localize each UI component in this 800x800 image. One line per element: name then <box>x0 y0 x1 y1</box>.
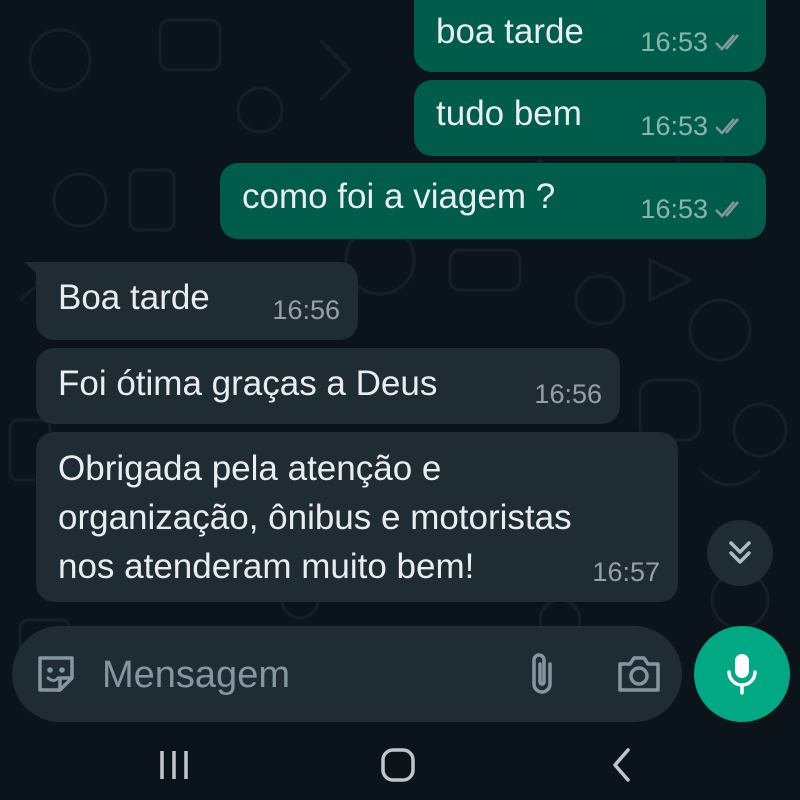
message-text: Boa tarde <box>58 278 210 317</box>
double-check-icon <box>715 34 739 51</box>
message-outgoing[interactable]: tudo bem 16:53 <box>414 80 766 156</box>
home-icon <box>381 748 415 782</box>
system-navigation-bar <box>0 730 800 800</box>
message-text: Obrigada pela atenção e organização, ôni… <box>58 449 572 586</box>
message-time: 16:53 <box>640 111 708 141</box>
message-outgoing[interactable]: como foi a viagem ? 16:53 <box>220 163 766 239</box>
double-chevron-down-icon <box>729 541 751 564</box>
microphone-icon <box>727 654 757 695</box>
message-meta: 16:56 <box>534 370 602 418</box>
message-text: boa tarde <box>436 12 584 51</box>
message-incoming[interactable]: Obrigada pela atenção e organização, ôni… <box>36 432 678 602</box>
scroll-to-bottom-button[interactable] <box>707 520 773 586</box>
voice-message-button[interactable] <box>694 626 790 722</box>
message-input[interactable] <box>100 646 504 704</box>
recent-apps-icon <box>160 751 188 779</box>
message-incoming[interactable]: Foi ótima graças a Deus 16:56 <box>36 348 620 424</box>
message-text: Foi ótima graças a Deus <box>58 364 438 403</box>
message-meta: 16:53 <box>640 102 748 150</box>
double-check-icon <box>715 201 739 218</box>
camera-icon[interactable] <box>616 654 662 694</box>
message-time: 16:53 <box>640 27 708 57</box>
message-text: tudo bem <box>436 94 582 133</box>
message-meta: 16:57 <box>592 548 660 596</box>
message-time: 16:56 <box>534 379 602 409</box>
message-time: 16:56 <box>272 295 340 325</box>
home-button[interactable] <box>338 730 458 800</box>
message-composer <box>12 626 682 722</box>
message-text: como foi a viagem ? <box>242 177 556 216</box>
recent-apps-button[interactable] <box>114 730 234 800</box>
message-meta: 16:53 <box>640 18 748 66</box>
chat-screen: boa tarde 16:53 tudo bem 16:53 como foi … <box>0 0 800 800</box>
message-time: 16:53 <box>640 194 708 224</box>
back-icon <box>613 748 630 782</box>
message-meta: 16:56 <box>272 286 340 334</box>
bubble-tail <box>24 262 48 284</box>
message-time: 16:57 <box>592 557 660 587</box>
message-meta: 16:53 <box>640 185 748 233</box>
message-outgoing[interactable]: boa tarde 16:53 <box>414 0 766 72</box>
message-incoming[interactable]: Boa tarde 16:56 <box>24 262 358 340</box>
double-check-icon <box>715 118 739 135</box>
back-button[interactable] <box>562 730 682 800</box>
paperclip-icon[interactable] <box>524 650 560 698</box>
sticker-icon[interactable] <box>34 652 78 696</box>
